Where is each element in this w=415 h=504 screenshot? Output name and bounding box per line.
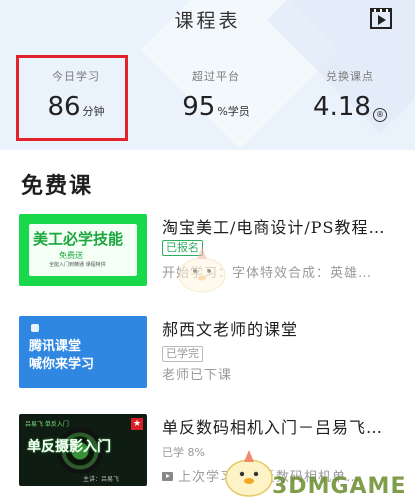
chick-watermark-icon — [178, 247, 226, 293]
progress-text: 已学 8% — [162, 446, 205, 459]
course-thumbnail[interactable]: 美工必学技能 免费送 全能入门到精通 课程特供 — [19, 214, 147, 286]
thumbnail-text: 美工必学技能 — [33, 230, 124, 248]
stat-label: 兑换课点 — [326, 70, 374, 83]
thumbnail-text: 全能入门到精通 课程特供 — [49, 262, 106, 268]
course-thumbnail[interactable]: 吕易飞 单反入门 单反摄影入门 ★ 主讲：吕易飞 — [19, 414, 147, 486]
stat-redeem-points[interactable]: 兑换课点 4.18 ® — [290, 68, 410, 122]
course-title[interactable]: 单反数码相机入门－吕易飞… — [162, 414, 402, 438]
stat-value: 95 — [182, 92, 216, 122]
thumbnail-text: 腾讯课堂 — [29, 339, 82, 354]
thumbnail-text: 主讲：吕易飞 — [83, 476, 120, 483]
thumbnail-text: 免费送 — [59, 251, 83, 260]
watermark-logo: 3DMGAME — [272, 474, 407, 499]
thumbnail-text: 喊你来学习 — [29, 357, 95, 372]
course-thumbnail[interactable]: 腾讯课堂 喊你来学习 — [19, 316, 147, 388]
course-title[interactable]: 郝西文老师的课堂 — [162, 316, 402, 340]
logo-icon — [31, 324, 39, 332]
video-play-icon[interactable] — [369, 6, 393, 30]
course-item[interactable]: 腾讯课堂 喊你来学习 郝西文老师的课堂 已学完 老师已下课 — [0, 316, 415, 396]
stat-beat-platform: 超过平台 95 %学员 — [156, 68, 276, 122]
section-title: 免费课 — [21, 173, 94, 199]
status-badge: 已学完 — [162, 346, 203, 362]
chick-watermark-icon — [225, 450, 273, 497]
coin-icon: ® — [372, 108, 387, 122]
play-icon — [162, 472, 173, 481]
thumbnail-text: 吕易飞 单反入门 — [25, 421, 69, 428]
star-icon: ★ — [131, 418, 143, 430]
stat-unit: %学员 — [217, 105, 250, 118]
page-title: 课程表 — [174, 10, 241, 32]
thumbnail-text: 单反摄影入门 — [27, 439, 111, 455]
stat-value: 4.18 — [313, 92, 371, 122]
course-subtitle: 老师已下课 — [162, 368, 233, 383]
course-title[interactable]: 淘宝美工/电商设计/PS教程… — [162, 214, 402, 238]
highlight-box — [16, 55, 128, 141]
stat-label: 超过平台 — [192, 70, 240, 83]
